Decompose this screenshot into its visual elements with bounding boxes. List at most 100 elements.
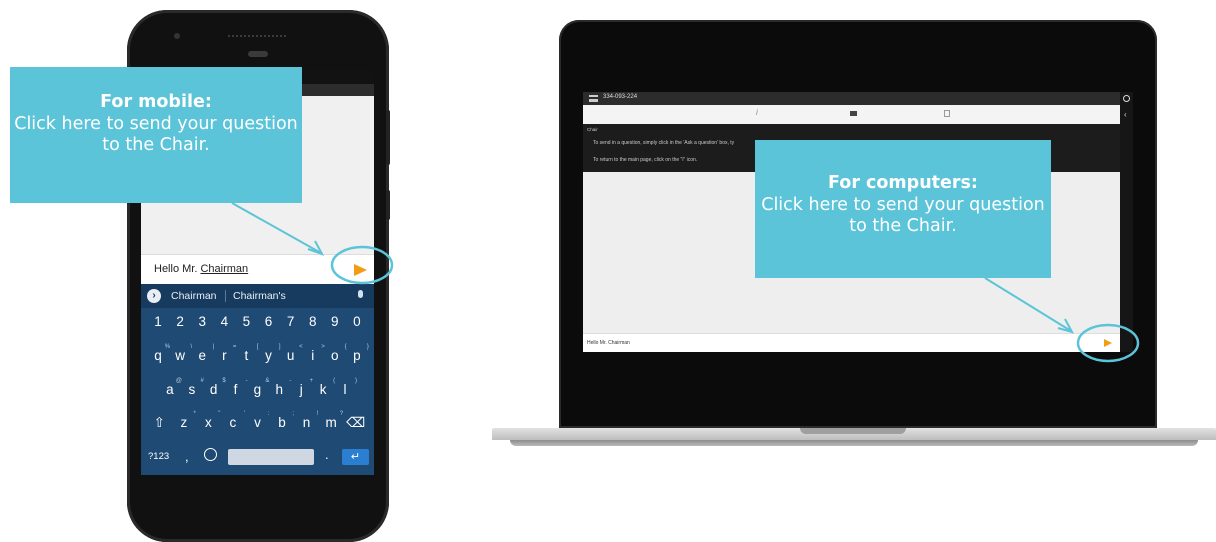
key-alt: " bbox=[218, 411, 221, 417]
globe-icon[interactable] bbox=[1123, 95, 1130, 102]
key-a[interactable]: a @ bbox=[160, 378, 182, 397]
key-0[interactable]: 0 bbox=[347, 314, 367, 329]
comma-key[interactable]: , bbox=[185, 449, 189, 464]
key-6[interactable]: 6 bbox=[259, 314, 279, 329]
divider bbox=[225, 290, 226, 302]
key-label: q bbox=[154, 348, 162, 363]
meeting-id: 334-093-224 bbox=[603, 94, 638, 100]
callout-heading: For mobile: bbox=[100, 92, 212, 112]
key-u[interactable]: u < bbox=[281, 344, 303, 363]
key-r[interactable]: r = bbox=[214, 344, 236, 363]
key-label: a bbox=[166, 382, 174, 397]
key-7[interactable]: 7 bbox=[281, 314, 301, 329]
key-label: n bbox=[302, 415, 311, 430]
key-3[interactable]: 3 bbox=[192, 314, 212, 329]
key-label: u bbox=[286, 348, 295, 363]
key-label: z bbox=[180, 415, 188, 430]
key-alt: * bbox=[193, 411, 196, 417]
key-o[interactable]: o{ bbox=[325, 344, 347, 363]
key-label: e bbox=[198, 348, 206, 363]
key-label: c bbox=[229, 415, 237, 430]
input-text: Hello Mr. bbox=[154, 263, 201, 275]
key-alt: : bbox=[267, 411, 270, 417]
key-2[interactable]: 2 bbox=[170, 314, 190, 329]
key-label: m bbox=[325, 415, 337, 430]
send-icon[interactable] bbox=[354, 264, 367, 276]
key-v[interactable]: v: bbox=[247, 411, 269, 431]
question-input[interactable]: Hello Mr. Chairman bbox=[587, 340, 630, 346]
key-b[interactable]: b; bbox=[272, 411, 294, 431]
earpiece-grill bbox=[228, 35, 286, 41]
key-w[interactable]: w \ bbox=[170, 344, 192, 363]
letter-row-1: q% w \ e | r = t[ y] u < i > o{ p} bbox=[141, 344, 374, 363]
laptop-notch bbox=[800, 428, 906, 434]
period-key[interactable]: . bbox=[325, 447, 329, 462]
key-l[interactable]: l) bbox=[335, 378, 357, 397]
question-input-row[interactable]: Hello Mr. Chairman bbox=[141, 254, 374, 285]
key-m[interactable]: m? bbox=[321, 411, 343, 431]
chevron-left-icon[interactable]: ‹ bbox=[1124, 110, 1127, 119]
menu-icon[interactable] bbox=[589, 95, 598, 102]
key-label: d bbox=[209, 382, 218, 397]
info-icon[interactable]: i bbox=[756, 108, 758, 117]
letter-row-2: a @ s # d $ f- g & h- j + k( l) bbox=[141, 378, 374, 397]
number-row: 1 2 3 4 5 6 7 8 9 0 bbox=[141, 314, 374, 329]
key-label: x bbox=[204, 415, 212, 430]
emoji-icon[interactable] bbox=[204, 448, 217, 461]
laptop-base-bottom bbox=[510, 440, 1198, 446]
key-c[interactable]: c ' bbox=[223, 411, 245, 431]
volume-button bbox=[386, 110, 390, 165]
key-9[interactable]: 9 bbox=[325, 314, 345, 329]
document-icon[interactable] bbox=[944, 110, 950, 117]
instruction-text: To send in a question, simply click in t… bbox=[593, 140, 735, 146]
key-label: y bbox=[265, 348, 272, 363]
key-x[interactable]: x " bbox=[198, 411, 220, 431]
callout-body: Click here to send your question to the … bbox=[761, 194, 1045, 237]
key-g[interactable]: g & bbox=[247, 378, 270, 397]
key-label: g bbox=[253, 382, 262, 397]
key-t[interactable]: t[ bbox=[236, 344, 259, 363]
key-label: h bbox=[275, 382, 284, 397]
mic-icon[interactable] bbox=[358, 290, 363, 298]
symbols-key[interactable]: ?123 bbox=[148, 451, 169, 462]
key-1[interactable]: 1 bbox=[148, 314, 168, 329]
tab-bar: i bbox=[583, 105, 1120, 125]
shift-key[interactable]: ⇧ bbox=[149, 415, 169, 431]
key-z[interactable]: z * bbox=[174, 411, 195, 431]
key-label: t bbox=[244, 348, 249, 363]
key-4[interactable]: 4 bbox=[214, 314, 234, 329]
key-j[interactable]: j + bbox=[291, 378, 314, 397]
camera bbox=[174, 33, 180, 39]
chat-icon[interactable] bbox=[850, 111, 857, 116]
chevron-right-icon[interactable]: › bbox=[147, 289, 161, 303]
suggestion-1[interactable]: Chairman bbox=[171, 290, 217, 302]
key-8[interactable]: 8 bbox=[303, 314, 323, 329]
key-i[interactable]: i > bbox=[303, 344, 325, 363]
key-5[interactable]: 5 bbox=[236, 314, 256, 329]
instruction-text: To return to the main page, click on the… bbox=[593, 157, 698, 163]
power-button bbox=[386, 190, 390, 220]
key-k[interactable]: k( bbox=[313, 378, 335, 397]
key-n[interactable]: n! bbox=[297, 411, 319, 431]
enter-icon[interactable]: ↵ bbox=[342, 449, 369, 465]
space-key[interactable] bbox=[228, 449, 314, 465]
keyboard-bottom-row: ?123 , . ↵ bbox=[141, 447, 374, 469]
key-h[interactable]: h- bbox=[269, 378, 292, 397]
keyboard: › Chairman Chairman's 1 2 3 4 5 6 7 8 9 … bbox=[141, 284, 374, 475]
backspace-icon[interactable]: ⌫ bbox=[346, 415, 366, 431]
send-icon[interactable] bbox=[1104, 339, 1112, 347]
key-q[interactable]: q% bbox=[148, 344, 170, 363]
key-d[interactable]: d $ bbox=[204, 378, 226, 397]
question-input-row[interactable]: Hello Mr. Chairman bbox=[583, 333, 1120, 352]
key-f[interactable]: f- bbox=[226, 378, 248, 397]
key-p[interactable]: p} bbox=[347, 344, 369, 363]
callout-heading: For computers: bbox=[828, 173, 978, 193]
suggestion-2[interactable]: Chairman's bbox=[233, 290, 286, 302]
question-input[interactable]: Hello Mr. Chairman bbox=[154, 263, 248, 275]
key-s[interactable]: s # bbox=[182, 378, 203, 397]
key-y[interactable]: y] bbox=[259, 344, 280, 363]
key-label: f bbox=[233, 382, 238, 397]
side-rail: ‹ bbox=[1120, 92, 1133, 352]
key-label: b bbox=[278, 415, 286, 430]
key-e[interactable]: e | bbox=[192, 344, 214, 363]
